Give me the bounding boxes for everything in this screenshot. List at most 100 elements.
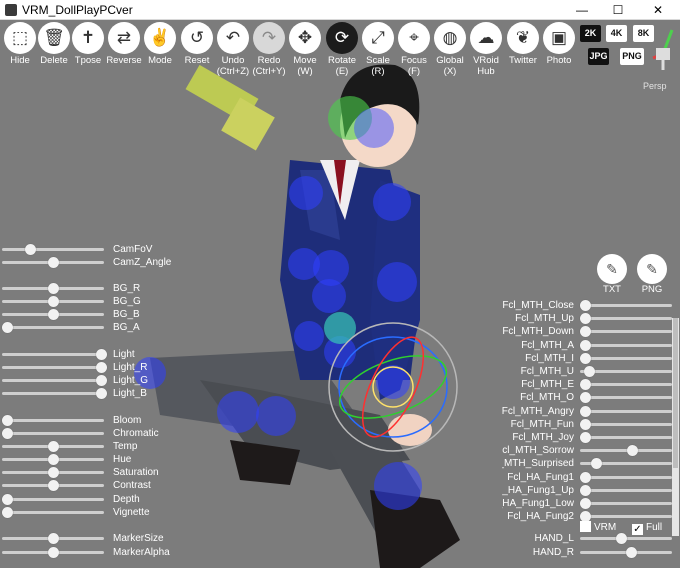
slider-light[interactable]: Light <box>2 348 135 361</box>
reverse-icon[interactable]: ⇄ <box>108 22 140 54</box>
slider-contrast[interactable]: Contrast <box>2 479 151 492</box>
slider-thumb[interactable] <box>579 471 591 483</box>
slider-light-r[interactable]: Light_R <box>2 361 147 374</box>
blendshape-slider[interactable] <box>579 418 672 431</box>
viewport-3d[interactable]: ⬚ Hide 🗑 Delete ✝ Tpose ⇄ Reverse ✌ Mode ↺ Reset ↶ Un… <box>0 20 680 568</box>
reset-tool-button[interactable]: ↺ Reset <box>179 22 215 66</box>
redo-tool-button[interactable]: ↷ Redo (Ctrl+Y) <box>251 22 287 77</box>
camera-icon[interactable]: ▣ <box>543 22 575 54</box>
undo-icon[interactable]: ↶ <box>217 22 249 54</box>
slider-thumb[interactable] <box>2 507 14 518</box>
slider-track[interactable] <box>2 432 104 435</box>
slider-track[interactable] <box>580 383 672 387</box>
blendshape-slider[interactable] <box>580 457 672 470</box>
slider-track[interactable] <box>2 248 104 251</box>
cloud-download-tool-button[interactable]: ☁ VRoid Hub <box>468 22 504 77</box>
slider-thumb[interactable] <box>48 533 59 544</box>
slider-track[interactable] <box>580 330 672 334</box>
scale-icon[interactable]: ⤢ <box>362 22 394 54</box>
slider-track[interactable] <box>2 511 104 514</box>
slider-thumb[interactable] <box>48 309 59 320</box>
slider-thumb[interactable] <box>579 405 591 417</box>
close-button[interactable]: ✕ <box>640 0 676 20</box>
slider-saturation[interactable]: Saturation <box>2 466 159 479</box>
slider-track[interactable] <box>580 488 672 492</box>
slider-track[interactable] <box>580 515 672 519</box>
slider-thumb[interactable] <box>48 283 59 294</box>
slider-track[interactable] <box>2 498 104 501</box>
slider-track[interactable] <box>2 379 104 382</box>
slider-track[interactable] <box>580 396 672 400</box>
save-png-icon[interactable]: ✎ <box>637 254 667 284</box>
slider-light-b[interactable]: Light_B <box>2 387 147 400</box>
hand-slider[interactable] <box>580 532 672 545</box>
redo-icon[interactable]: ↷ <box>253 22 285 54</box>
blendshape-slider[interactable] <box>579 405 672 418</box>
hide-icon[interactable]: ⬚ <box>4 22 36 54</box>
slider-thumb[interactable] <box>579 300 591 311</box>
blendshape-slider[interactable] <box>579 325 672 338</box>
slider-thumb[interactable] <box>48 454 59 465</box>
cloud-download-icon[interactable]: ☁ <box>470 22 502 54</box>
slider-thumb[interactable] <box>626 445 638 457</box>
slider-thumb[interactable] <box>579 339 591 351</box>
save-txt-button[interactable]: ✎ TXT <box>596 254 628 295</box>
slider-thumb[interactable] <box>95 375 107 386</box>
camera-widget-icon[interactable] <box>650 28 676 72</box>
tpose-tool-button[interactable]: ✝ Tpose <box>70 22 106 66</box>
jpg-button[interactable]: JPG <box>588 48 609 65</box>
save-txt-icon[interactable]: ✎ <box>597 254 627 284</box>
slider-track[interactable] <box>580 475 672 479</box>
slider-thumb[interactable] <box>48 257 59 268</box>
blendshape-slider[interactable] <box>579 352 672 365</box>
focus-icon[interactable]: ⌖ <box>398 22 430 54</box>
slider-thumb[interactable] <box>579 313 591 325</box>
slider-thumb[interactable] <box>95 388 107 399</box>
blendshape-slider[interactable] <box>579 378 672 391</box>
slider-track[interactable] <box>2 326 104 329</box>
slider-temp[interactable]: Temp <box>2 440 137 453</box>
slider-thumb[interactable] <box>579 379 591 391</box>
vrm-checkbox-box[interactable] <box>580 521 591 532</box>
blendshape-slider[interactable] <box>580 365 672 378</box>
slider-track[interactable] <box>2 353 104 356</box>
slider-thumb[interactable] <box>616 533 628 544</box>
blendshape-slider[interactable] <box>580 444 672 457</box>
mode-icon[interactable]: ✌ <box>144 22 176 54</box>
globe-tool-button[interactable]: ◍ Global (X) <box>432 22 468 77</box>
right-panel-scrollbar[interactable] <box>672 318 679 536</box>
slider-thumb[interactable] <box>2 494 14 505</box>
png-button[interactable]: PNG <box>620 48 644 65</box>
slider-thumb[interactable] <box>24 244 36 255</box>
reset-icon[interactable]: ↺ <box>181 22 213 54</box>
slider-hue[interactable]: Hue <box>2 453 131 466</box>
res-2k-button[interactable]: 2K <box>580 25 601 42</box>
twitter-tool-button[interactable]: ❦ Twitter <box>505 22 541 66</box>
slider-thumb[interactable] <box>95 362 107 373</box>
undo-tool-button[interactable]: ↶ Undo (Ctrl+Z) <box>215 22 251 77</box>
slider-thumb[interactable] <box>2 322 14 333</box>
twitter-icon[interactable]: ❦ <box>507 22 539 54</box>
globe-icon[interactable]: ◍ <box>434 22 466 54</box>
slider-track[interactable] <box>580 304 672 307</box>
slider-track[interactable] <box>580 409 672 413</box>
maximize-button[interactable]: ☐ <box>600 0 636 20</box>
slider-track[interactable] <box>580 356 672 360</box>
slider-vignette[interactable]: Vignette <box>2 506 150 519</box>
save-png-button[interactable]: ✎ PNG <box>636 254 668 295</box>
slider-thumb[interactable] <box>579 418 591 430</box>
slider-thumb[interactable] <box>584 366 596 377</box>
slider-thumb[interactable] <box>48 547 59 558</box>
slider-bg-g[interactable]: BG_G <box>2 295 141 308</box>
slider-track[interactable] <box>580 436 672 439</box>
scale-tool-button[interactable]: ⤢ Scale (R) <box>360 22 396 77</box>
hide-tool-button[interactable]: ⬚ Hide <box>2 22 38 66</box>
blendshape-slider[interactable] <box>579 497 672 510</box>
focus-tool-button[interactable]: ⌖ Focus (F) <box>396 22 432 77</box>
slider-thumb[interactable] <box>579 392 591 404</box>
blendshape-slider[interactable] <box>579 484 672 497</box>
slider-markeralpha[interactable]: MarkerAlpha <box>2 546 170 559</box>
slider-depth[interactable]: Depth <box>2 493 140 506</box>
slider-thumb[interactable] <box>2 415 14 426</box>
slider-track[interactable] <box>2 392 104 395</box>
